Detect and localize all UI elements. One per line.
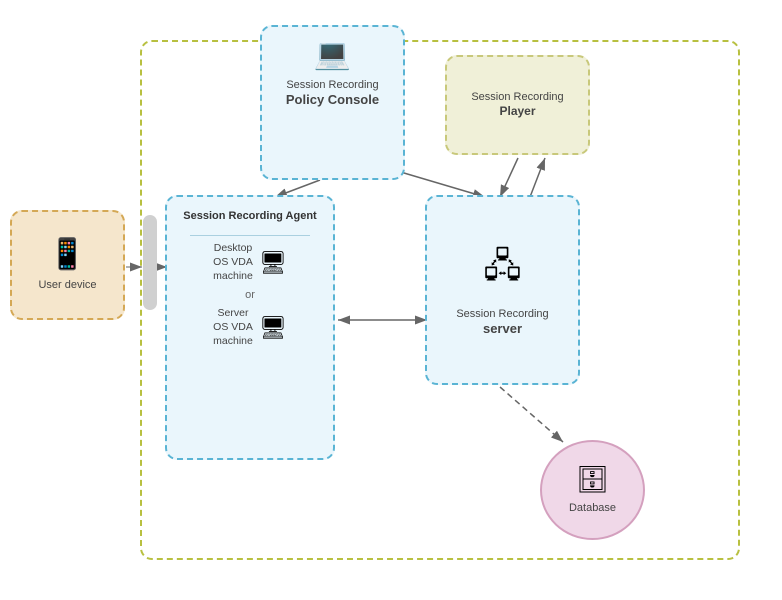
- user-device-box: 📱 User device: [10, 210, 125, 320]
- desktop-label: DesktopOS VDAmachine: [213, 242, 253, 283]
- agent-divider-1: [190, 235, 310, 236]
- desktop-icon: 🖥: [259, 250, 287, 276]
- database-icon: 🗄: [576, 464, 609, 495]
- server-label: Session Recordingserver: [456, 307, 548, 338]
- database-label: Database: [569, 501, 616, 515]
- server-vda-label: ServerOS VDAmachine: [213, 307, 253, 348]
- server-icon: 🖧: [484, 242, 522, 299]
- separator-bar: [143, 215, 157, 310]
- agent-box: Session Recording Agent DesktopOS VDAmac…: [165, 195, 335, 460]
- player-label: Session RecordingPlayer: [471, 90, 563, 120]
- policy-console-label: Session RecordingPolicy Console: [286, 78, 379, 109]
- diagram-container: 📱 User device Session Recording Agent De…: [10, 10, 770, 585]
- player-box: Session RecordingPlayer: [445, 55, 590, 155]
- server-vda-icon: 🖥: [259, 315, 287, 341]
- devices-icon: 📱: [49, 237, 86, 272]
- or-label: or: [245, 289, 255, 301]
- user-device-label: User device: [38, 278, 96, 292]
- policy-console-box: 💻 Session RecordingPolicy Console: [260, 25, 405, 180]
- desktop-vda-section: DesktopOS VDAmachine 🖥: [213, 242, 287, 283]
- agent-title-section: Session Recording Agent: [175, 209, 325, 223]
- agent-title: Session Recording Agent: [183, 209, 316, 223]
- database-box: 🗄 Database: [540, 440, 645, 540]
- server-vda-section: ServerOS VDAmachine 🖥: [213, 307, 287, 348]
- server-box: 🖧 Session Recordingserver: [425, 195, 580, 385]
- laptop-icon: 💻: [314, 37, 351, 72]
